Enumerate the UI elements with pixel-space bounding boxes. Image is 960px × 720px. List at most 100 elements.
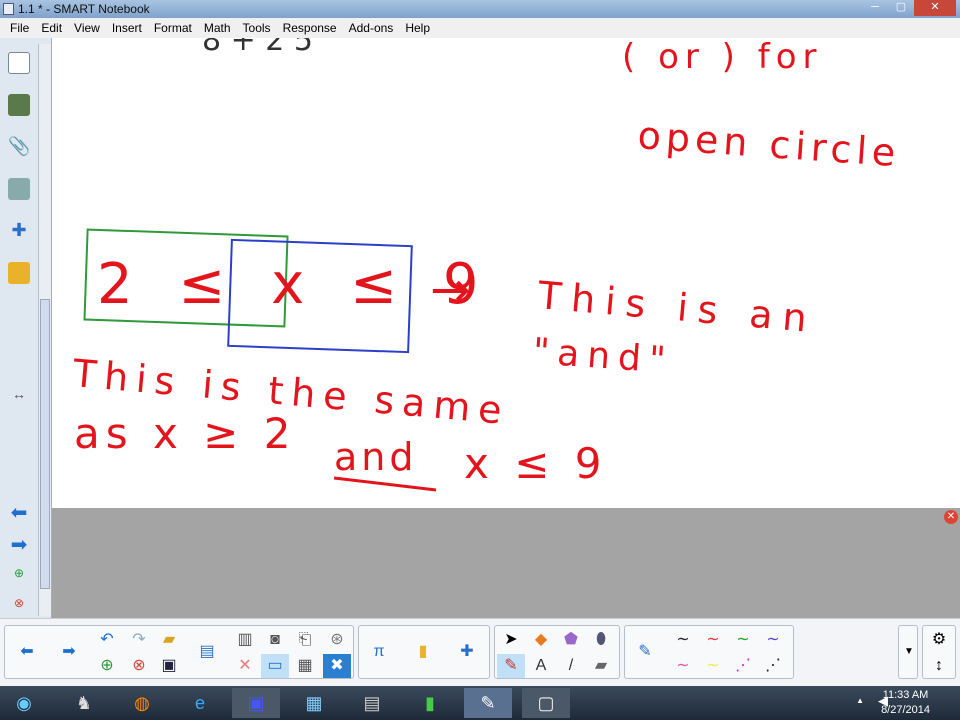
attachments-icon[interactable]: 📎	[8, 136, 30, 158]
pen-yellow[interactable]: ∼	[699, 654, 727, 678]
taskbar-app-recorder[interactable]: ▤	[348, 688, 396, 718]
capture-button[interactable]: ◙	[261, 628, 289, 652]
document-camera-button[interactable]: ⎗	[291, 628, 319, 652]
clock-date: 8/27/2014	[881, 704, 930, 716]
desc-line-2: "and"	[531, 331, 674, 382]
app-icon	[3, 3, 14, 15]
properties-icon[interactable]	[8, 178, 30, 200]
taskbar-calculator[interactable]: ▦	[290, 688, 338, 718]
menu-tools[interactable]: Tools	[237, 18, 277, 38]
taskbar-app-fax[interactable]: ▣	[232, 688, 280, 718]
add-page-button[interactable]: ⊕	[93, 654, 121, 678]
minimize-button[interactable]: ─	[862, 0, 888, 16]
partial-top-text: 8 + 2 5	[202, 38, 313, 58]
start-button[interactable]: ◉	[0, 688, 48, 718]
addon-button[interactable]: ✚	[453, 640, 481, 664]
math-pi-button[interactable]: π	[365, 640, 393, 664]
add-page-icon[interactable]: ⊕	[8, 566, 30, 588]
menu-response[interactable]: Response	[277, 18, 343, 38]
shapes-tool[interactable]: ◆	[527, 628, 555, 652]
page-sorter-icon[interactable]	[8, 52, 30, 74]
next-page-button[interactable]: ➡	[55, 640, 83, 664]
pen-red[interactable]: ∼	[699, 628, 727, 652]
pen-green[interactable]: ∼	[729, 628, 757, 652]
select-tool[interactable]: ➤	[497, 628, 525, 652]
tools-button[interactable]: ✖	[323, 654, 351, 678]
close-button[interactable]: ✕	[914, 0, 956, 16]
paste-button[interactable]: ▥	[231, 628, 259, 652]
previous-page-icon[interactable]: ⬅	[8, 500, 30, 524]
maximize-button[interactable]: ▢	[888, 0, 914, 16]
whiteboard-canvas[interactable]: 8 + 2 5 ( or ) for open circle 2 ≤ x ≤ 9…	[52, 23, 960, 508]
taskbar-firefox[interactable]: ◍	[118, 688, 166, 718]
eraser-tool[interactable]: ▰	[587, 654, 615, 678]
desc-line-1: This is an	[535, 273, 818, 341]
taskbar-app-meter[interactable]: ▮	[406, 688, 454, 718]
note-line-1: ( or ) for	[622, 38, 822, 77]
and-underline	[333, 476, 437, 492]
menu-view[interactable]: View	[68, 18, 106, 38]
undo-button[interactable]: ↶	[93, 628, 121, 652]
zoom-button[interactable]: ⊛	[323, 628, 351, 652]
scrollbar-thumb[interactable]	[40, 299, 50, 589]
addons-icon[interactable]: ✚	[8, 220, 30, 242]
pen-properties-button[interactable]: ✎	[631, 640, 659, 664]
customize-toolbar-icon[interactable]: ⚙	[925, 628, 953, 652]
menu-edit[interactable]: Edit	[35, 18, 68, 38]
pen-purple[interactable]: ∼	[759, 628, 787, 652]
clock-time: 11:33 AM	[882, 689, 929, 701]
taskbar-smart-notebook[interactable]: ✎	[464, 688, 512, 718]
same-line-2b: x ≤ 9	[464, 439, 607, 488]
pens-tool[interactable]: ✎	[497, 654, 525, 678]
show-hidden-icons[interactable]: ▲	[856, 696, 864, 705]
pen-pink[interactable]: ∼	[669, 654, 697, 678]
window-title: 1.1 * - SMART Notebook	[18, 2, 150, 16]
gallery-icon[interactable]	[8, 94, 30, 116]
response-button[interactable]: ▮	[409, 640, 437, 664]
screen-button[interactable]: ▤	[193, 640, 221, 664]
toolbar-more-button[interactable]: ▼	[895, 640, 923, 664]
line-tool[interactable]: /	[557, 654, 585, 678]
offpage-area: ✕	[52, 508, 960, 618]
menu-file[interactable]: File	[4, 18, 35, 38]
delete-button[interactable]: ✕	[231, 654, 259, 678]
response-icon[interactable]	[8, 262, 30, 284]
taskbar-internet-explorer[interactable]: e	[176, 688, 224, 718]
system-clock[interactable]: 11:33 AM 8/27/2014	[881, 688, 930, 718]
note-line-2: open circle	[636, 113, 901, 175]
menu-insert[interactable]: Insert	[106, 18, 148, 38]
save-button[interactable]: ▣	[155, 654, 183, 678]
menu-math[interactable]: Math	[198, 18, 237, 38]
move-toolbar-icon[interactable]: ↕	[925, 654, 953, 678]
fill-tool[interactable]: ⬮	[587, 628, 615, 652]
previous-page-button[interactable]: ⬅	[13, 640, 41, 664]
taskbar-app-camera[interactable]: ▢	[522, 688, 570, 718]
delete-page-icon[interactable]: ⊗	[8, 596, 30, 618]
redo-button[interactable]: ↷	[125, 628, 153, 652]
shape-recognition-tool[interactable]: ⬟	[557, 628, 585, 652]
and-text: and	[334, 435, 418, 479]
same-line-2a: as x ≥ 2	[74, 409, 296, 458]
menu-addons[interactable]: Add-ons	[343, 18, 400, 38]
menu-bar: File Edit View Insert Format Math Tools …	[0, 18, 960, 38]
close-area-icon[interactable]: ✕	[944, 510, 958, 524]
title-bar: 1.1 * - SMART Notebook ─ ▢ ✕	[0, 0, 960, 18]
toolbar: ⬅ ➡ ↶ ↷ ▰ ⊕ ⊗ ▣ ▤ ▥ ◙ ⎗ ⊛ ✕ ▭ ▦ ✖ π ▮ ✚ …	[0, 618, 960, 686]
menu-format[interactable]: Format	[148, 18, 198, 38]
menu-help[interactable]: Help	[399, 18, 436, 38]
taskbar-app-rabbit[interactable]: ♞	[60, 688, 108, 718]
handwriting-layer: 8 + 2 5 ( or ) for open circle 2 ≤ x ≤ 9…	[70, 23, 902, 492]
open-file-button[interactable]: ▰	[155, 628, 183, 652]
taskbar: ◉ ♞ ◍ e ▣ ▦ ▤ ▮ ✎ ▢ ▲ ◀ 11:33 AM 8/27/20…	[0, 686, 960, 720]
table-button[interactable]: ▦	[291, 654, 319, 678]
pen-magenta[interactable]: ⋰	[729, 654, 757, 678]
next-page-icon[interactable]: ➡	[8, 532, 30, 556]
pen-black[interactable]: ∼	[669, 628, 697, 652]
pen-dashed[interactable]: ⋰	[759, 654, 787, 678]
full-screen-button[interactable]: ▭	[261, 654, 289, 678]
vertical-scrollbar[interactable]	[38, 44, 51, 616]
delete-page-button[interactable]: ⊗	[125, 654, 153, 678]
arrow-text: →	[430, 262, 470, 318]
resize-handle-icon[interactable]: ↔	[8, 386, 30, 408]
text-tool[interactable]: A	[527, 654, 555, 678]
